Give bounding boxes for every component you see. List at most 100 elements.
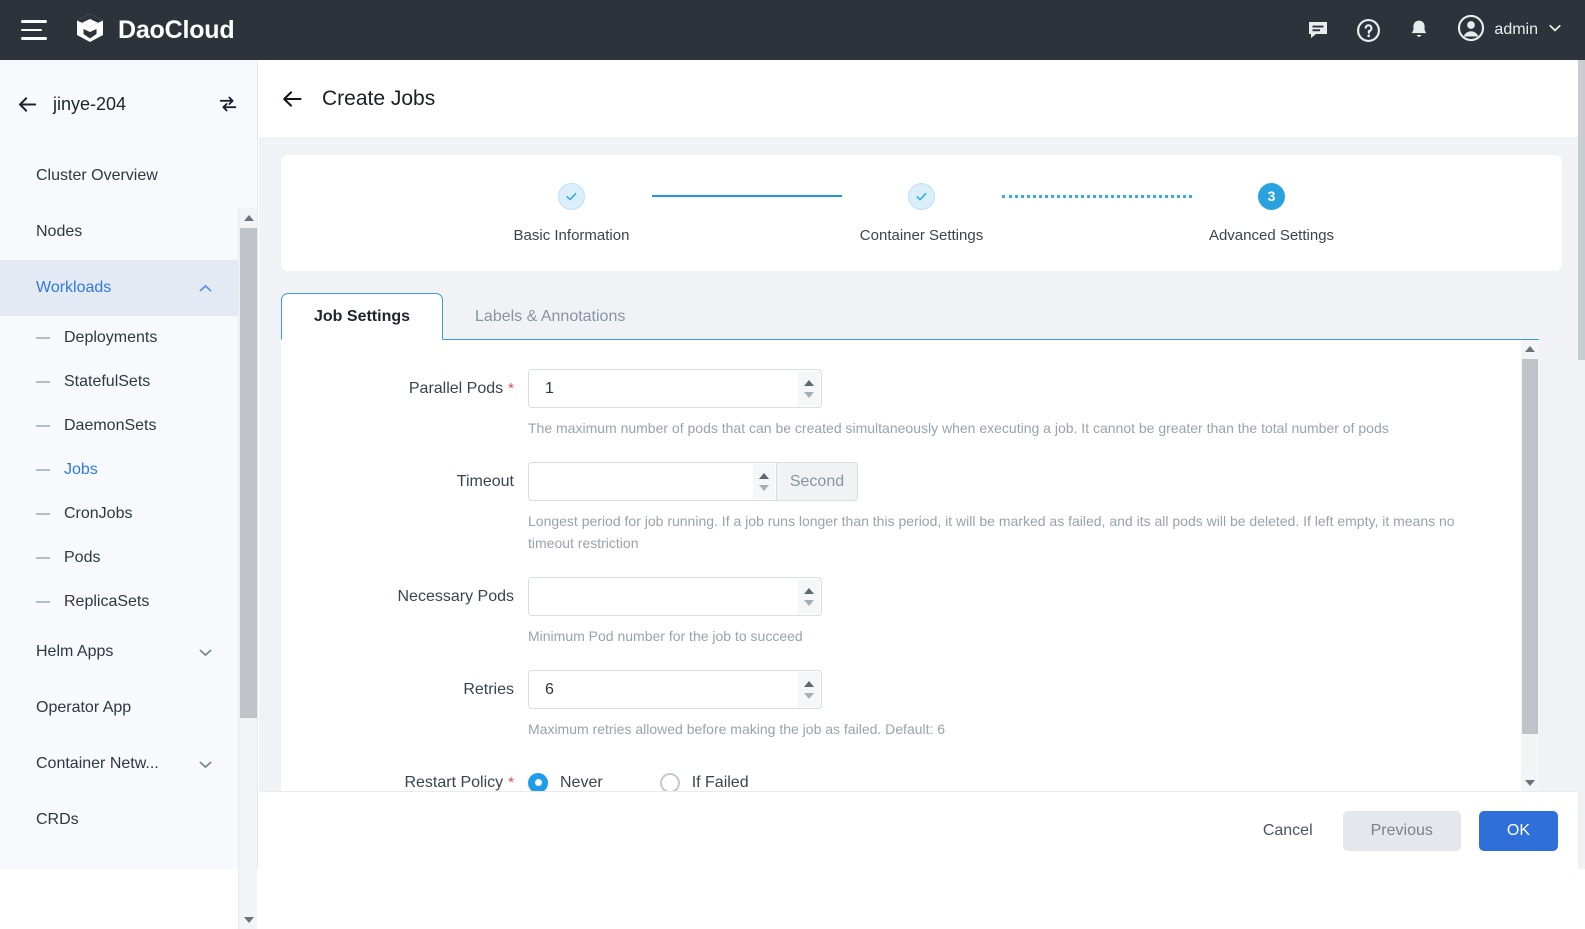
tab-job-settings[interactable]: Job Settings <box>281 293 443 340</box>
scroll-down-arrow-icon[interactable] <box>239 910 258 929</box>
step-number-badge: 3 <box>1258 183 1285 210</box>
field-necessary-pods: Necessary Pods Minimum Pod number for th… <box>281 577 1539 647</box>
field-help-text: Longest period for job running. If a job… <box>528 510 1503 554</box>
stepper-up-icon[interactable] <box>804 681 814 687</box>
sidebar-item-cluster-overview[interactable]: Cluster Overview <box>0 148 240 204</box>
stepper: Basic Information Container Settings <box>492 183 1352 244</box>
sidebar-item-label: StatefulSets <box>64 373 150 391</box>
chevron-down-icon[interactable] <box>1547 20 1563 41</box>
page-scrollbar-thumb[interactable] <box>1578 60 1585 360</box>
help-circle-icon[interactable] <box>1356 18 1381 43</box>
sidebar-scrollbar[interactable] <box>238 208 257 929</box>
stepper-down-icon[interactable] <box>804 600 814 606</box>
field-help-text: Maximum retries allowed before making th… <box>528 718 1503 740</box>
parallel-pods-input[interactable]: 1 <box>528 369 822 408</box>
sidebar-item-pods[interactable]: Pods <box>0 536 240 580</box>
hamburger-icon[interactable] <box>21 20 47 40</box>
sidebar-item-replicasets[interactable]: ReplicaSets <box>0 580 240 624</box>
field-label-text: Necessary Pods <box>398 588 515 605</box>
bullet-dash-icon <box>36 601 50 603</box>
scroll-up-arrow-icon[interactable] <box>239 208 258 227</box>
number-stepper[interactable] <box>798 371 820 406</box>
arrow-left-icon[interactable] <box>16 93 39 116</box>
sidebar-item-daemonsets[interactable]: DaemonSets <box>0 404 240 448</box>
sidebar-item-crds[interactable]: CRDs <box>0 792 240 848</box>
stepper-up-icon[interactable] <box>804 380 814 386</box>
sidebar-item-container-network[interactable]: Container Netw... <box>0 736 240 792</box>
sidebar-item-workloads[interactable]: Workloads <box>0 260 240 316</box>
scroll-down-arrow-icon[interactable] <box>1521 774 1539 791</box>
ok-button[interactable]: OK <box>1479 811 1558 851</box>
radio-option-if-failed[interactable]: If Failed <box>660 773 749 792</box>
sidebar-item-cronjobs[interactable]: CronJobs <box>0 492 240 536</box>
arrow-left-icon[interactable] <box>280 87 304 111</box>
form-scrollbar-thumb[interactable] <box>1522 359 1538 734</box>
necessary-pods-input[interactable] <box>528 577 822 616</box>
sidebar-item-deployments[interactable]: Deployments <box>0 316 240 360</box>
tab-labels-annotations[interactable]: Labels & Annotations <box>443 293 657 340</box>
field-help-text: The maximum number of pods that can be c… <box>528 417 1503 439</box>
bullet-dash-icon <box>36 557 50 559</box>
sidebar-item-jobs[interactable]: Jobs <box>0 448 240 492</box>
sidebar-item-label: Helm Apps <box>36 643 113 661</box>
sidebar-item-label: DaemonSets <box>64 417 157 435</box>
sidebar-item-helm-apps[interactable]: Helm Apps <box>0 624 240 680</box>
radio-button[interactable] <box>528 773 548 792</box>
sidebar-item-label: ReplicaSets <box>64 593 149 611</box>
form-scrollbar[interactable] <box>1521 340 1539 791</box>
content-area: Basic Information Container Settings <box>259 137 1585 791</box>
sidebar-item-label: Operator App <box>36 699 131 717</box>
step-container-settings[interactable]: Container Settings <box>842 183 1002 244</box>
field-label-text: Retries <box>463 681 514 698</box>
page-scrollbar[interactable] <box>1578 60 1585 869</box>
bell-icon[interactable] <box>1407 18 1431 42</box>
stepper-down-icon[interactable] <box>804 693 814 699</box>
cancel-button[interactable]: Cancel <box>1251 811 1325 851</box>
step-advanced-settings[interactable]: 3 Advanced Settings <box>1192 183 1352 244</box>
stepper-up-icon[interactable] <box>804 588 814 594</box>
number-stepper[interactable] <box>798 579 820 614</box>
field-help-text: Minimum Pod number for the job to succee… <box>528 625 1503 647</box>
scroll-up-arrow-icon[interactable] <box>1521 340 1539 358</box>
timeout-input[interactable] <box>528 462 776 501</box>
field-label-text: Parallel Pods <box>409 380 503 397</box>
sidebar-item-statefulsets[interactable]: StatefulSets <box>0 360 240 404</box>
page-header: Create Jobs <box>259 60 1585 137</box>
number-stepper[interactable] <box>798 672 820 707</box>
radio-label: If Failed <box>692 774 749 792</box>
retries-input[interactable]: 6 <box>528 670 822 709</box>
field-label: Timeout <box>281 462 528 554</box>
bullet-dash-icon <box>36 337 50 339</box>
sidebar-item-nodes[interactable]: Nodes <box>0 204 240 260</box>
required-asterisk: * <box>508 774 514 791</box>
required-asterisk: * <box>508 380 514 397</box>
sidebar-item-label: Container Netw... <box>36 755 159 773</box>
step-basic-information[interactable]: Basic Information <box>492 183 652 244</box>
tab-label: Labels & Annotations <box>475 308 625 326</box>
radio-button[interactable] <box>660 773 680 792</box>
bullet-dash-icon <box>36 381 50 383</box>
stepper-down-icon[interactable] <box>804 392 814 398</box>
sidebar-item-label: Cluster Overview <box>36 167 158 185</box>
radio-option-never[interactable]: Never <box>528 773 603 792</box>
user-name-label: admin <box>1494 21 1538 39</box>
chevron-down-icon <box>197 756 214 773</box>
stepper-up-icon[interactable] <box>759 473 769 479</box>
stepper-down-icon[interactable] <box>759 485 769 491</box>
switch-cluster-icon[interactable] <box>217 93 239 115</box>
chevron-down-icon <box>197 644 214 661</box>
stepper-connector-dotted <box>1002 183 1192 210</box>
field-retries: Retries 6 Maximum retries allowed before… <box>281 670 1539 740</box>
sidebar-item-label: Workloads <box>36 279 111 297</box>
sidebar-item-operator-app[interactable]: Operator App <box>0 680 240 736</box>
user-menu[interactable]: admin <box>1457 14 1563 47</box>
previous-button[interactable]: Previous <box>1343 811 1461 851</box>
number-stepper[interactable] <box>753 464 775 499</box>
brand-name: DaoCloud <box>118 16 234 45</box>
cluster-name-label: jinye-204 <box>53 94 203 115</box>
field-parallel-pods: Parallel Pods * 1 The maximum number of p… <box>281 369 1539 439</box>
sidebar-scrollbar-thumb[interactable] <box>240 228 257 718</box>
timeout-unit-suffix: Second <box>776 462 858 501</box>
brand-logo[interactable]: DaoCloud <box>73 11 234 50</box>
message-icon[interactable] <box>1306 18 1330 42</box>
